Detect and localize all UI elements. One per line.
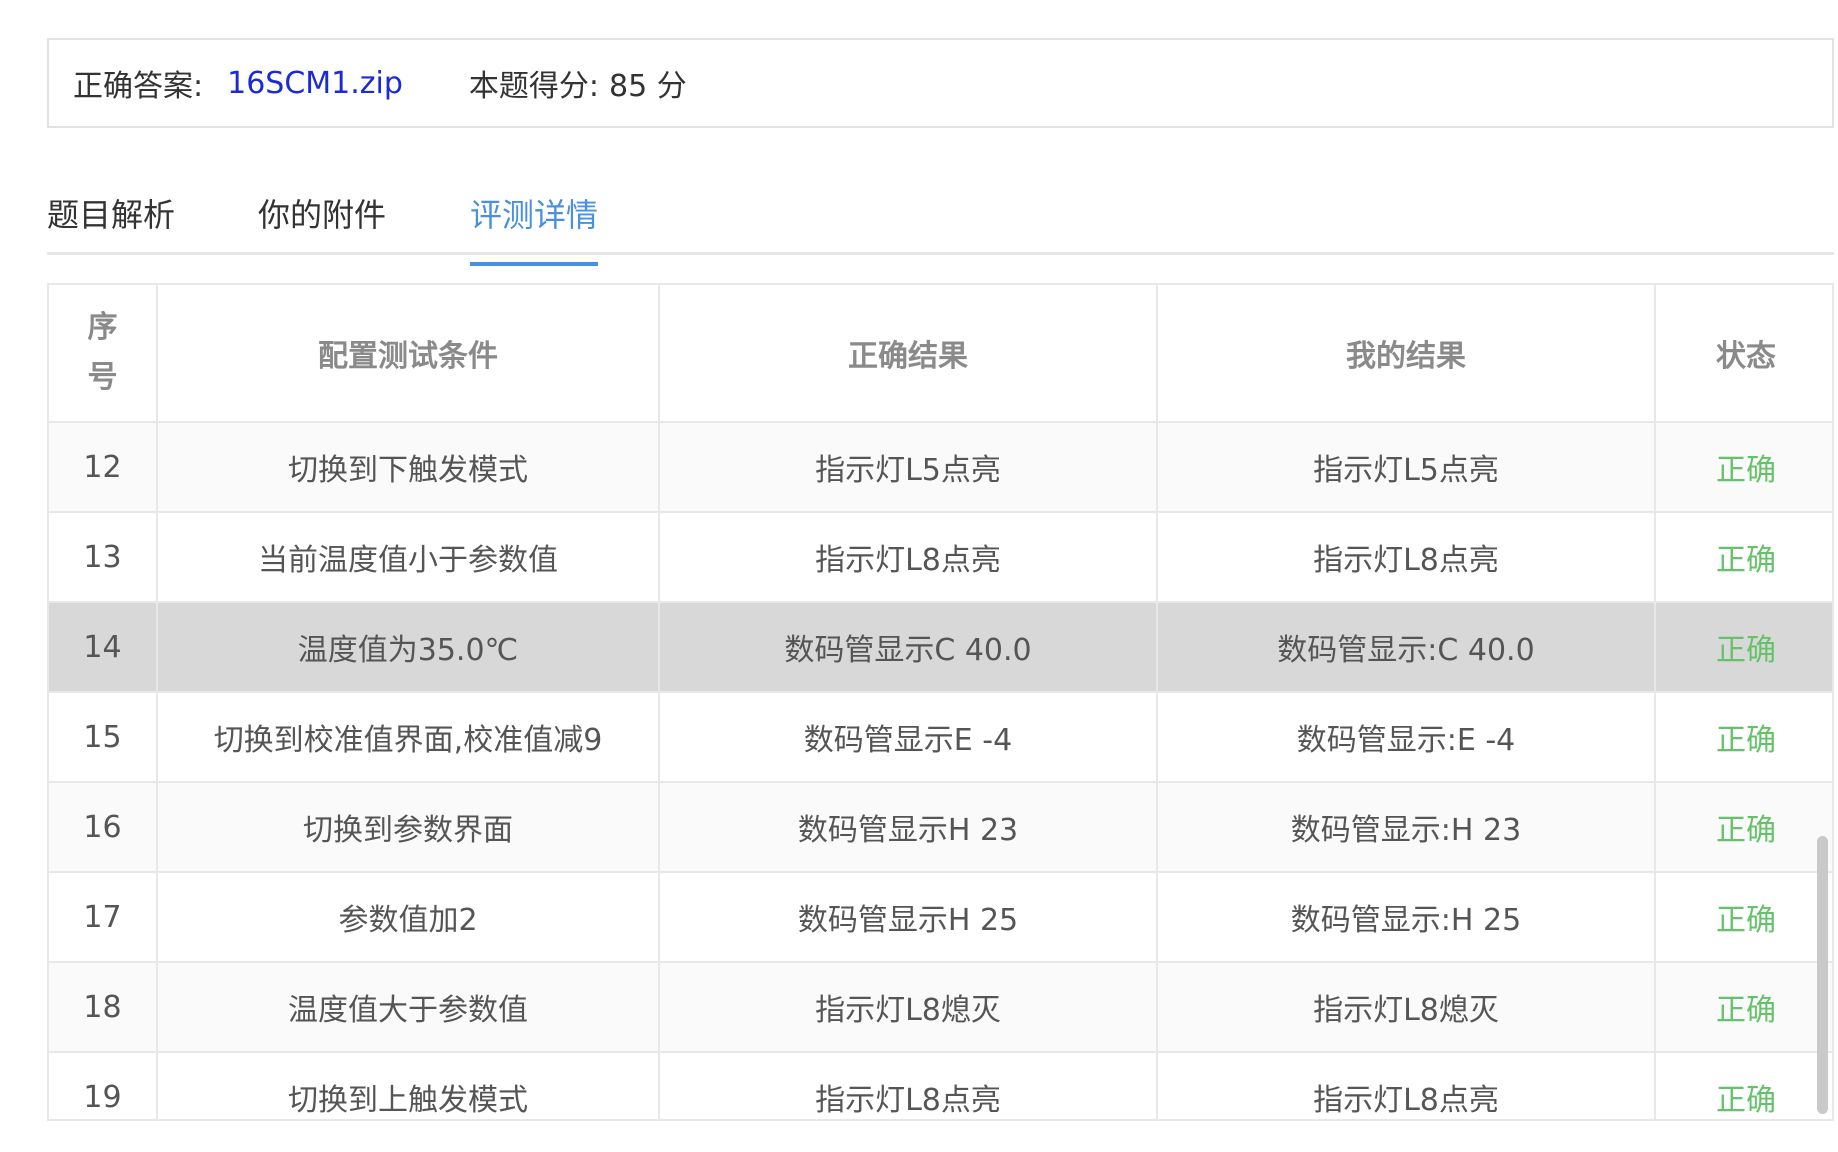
cell-seq: 19 [49, 1052, 158, 1119]
cell-actual: 数码管显示:C 40.0 [1157, 602, 1656, 693]
cell-expected: 数码管显示H 23 [659, 782, 1158, 873]
table-row: 13 当前温度值小于参数值 指示灯L8点亮 指示灯L8点亮 正确 [49, 512, 1832, 603]
tab-bar: 题目解析 你的附件 评测详情 [47, 180, 1834, 266]
cell-expected: 指示灯L5点亮 [659, 422, 1158, 513]
tab-evaluation-detail[interactable]: 评测详情 [470, 190, 599, 266]
cell-status: 正确 [1655, 782, 1832, 873]
header-condition: 配置测试条件 [157, 285, 660, 423]
cell-condition: 切换到参数界面 [157, 782, 660, 873]
table-row: 16 切换到参数界面 数码管显示H 23 数码管显示:H 23 正确 [49, 782, 1832, 873]
answer-file-link[interactable]: 16SCM1.zip [227, 66, 403, 101]
cell-actual: 指示灯L8点亮 [1157, 1052, 1656, 1119]
cell-condition: 当前温度值小于参数值 [157, 512, 660, 603]
cell-seq: 16 [49, 782, 158, 873]
score-label: 本题得分: [468, 69, 600, 104]
cell-status: 正确 [1655, 512, 1832, 603]
cell-condition: 切换到校准值界面,校准值减9 [157, 692, 660, 783]
table-scrollbar-thumb[interactable] [1817, 836, 1828, 1114]
cell-status: 正确 [1655, 602, 1832, 693]
cell-expected: 指示灯L8熄灭 [659, 962, 1158, 1053]
cell-actual: 指示灯L8点亮 [1157, 512, 1656, 603]
cell-status: 正确 [1655, 422, 1832, 513]
table-row: 19 切换到上触发模式 指示灯L8点亮 指示灯L8点亮 正确 [49, 1052, 1832, 1119]
cell-actual: 数码管显示:E -4 [1157, 692, 1656, 783]
cell-seq: 13 [49, 512, 158, 603]
table-header-row: 序 号 配置测试条件 正确结果 我的结果 状态 [49, 285, 1832, 423]
correct-answer-label: 正确答案: [73, 69, 204, 104]
cell-seq: 18 [49, 962, 158, 1053]
cell-expected: 数码管显示E -4 [659, 692, 1158, 783]
header-seq-line2: 号 [87, 360, 118, 395]
cell-condition: 参数值加2 [157, 872, 660, 963]
header-status: 状态 [1655, 285, 1832, 423]
table-row: 12 切换到下触发模式 指示灯L5点亮 指示灯L5点亮 正确 [49, 422, 1832, 513]
table-row-hovered: 14 温度值为35.0℃ 数码管显示C 40.0 数码管显示:C 40.0 正确 [49, 602, 1832, 693]
evaluation-table: 序 号 配置测试条件 正确结果 我的结果 状态 12 切换到下触发模式 指示灯L… [49, 285, 1832, 1119]
cell-status: 正确 [1655, 1052, 1832, 1119]
cell-status: 正确 [1655, 962, 1832, 1053]
cell-actual: 指示灯L8熄灭 [1157, 962, 1656, 1053]
header-expected: 正确结果 [659, 285, 1158, 423]
tab-attachment[interactable]: 你的附件 [258, 190, 386, 252]
tab-analysis[interactable]: 题目解析 [47, 190, 175, 252]
cell-expected: 数码管显示H 25 [659, 872, 1158, 963]
cell-condition: 切换到上触发模式 [157, 1052, 660, 1119]
cell-actual: 数码管显示:H 25 [1157, 872, 1656, 963]
cell-condition: 温度值为35.0℃ [157, 602, 660, 693]
header-seq: 序 号 [49, 285, 158, 423]
table-row: 15 切换到校准值界面,校准值减9 数码管显示E -4 数码管显示:E -4 正… [49, 692, 1832, 783]
cell-condition: 切换到下触发模式 [157, 422, 660, 513]
score-value: 85 分 [609, 69, 687, 104]
table-row: 17 参数值加2 数码管显示H 25 数码管显示:H 25 正确 [49, 872, 1832, 963]
cell-seq: 15 [49, 692, 158, 783]
cell-expected: 指示灯L8点亮 [659, 1052, 1158, 1119]
header-actual: 我的结果 [1157, 285, 1656, 423]
cell-condition: 温度值大于参数值 [157, 962, 660, 1053]
cell-actual: 数码管显示:H 23 [1157, 782, 1656, 873]
cell-seq: 12 [49, 422, 158, 513]
evaluation-table-container[interactable]: 序 号 配置测试条件 正确结果 我的结果 状态 12 切换到下触发模式 指示灯L… [47, 283, 1834, 1121]
answer-summary: 正确答案: 16SCM1.zip 本题得分: 85 分 [47, 38, 1834, 128]
table-row: 18 温度值大于参数值 指示灯L8熄灭 指示灯L8熄灭 正确 [49, 962, 1832, 1053]
cell-status: 正确 [1655, 692, 1832, 783]
cell-seq: 14 [49, 602, 158, 693]
cell-expected: 数码管显示C 40.0 [659, 602, 1158, 693]
cell-seq: 17 [49, 872, 158, 963]
cell-actual: 指示灯L5点亮 [1157, 422, 1656, 513]
header-seq-line1: 序 [87, 310, 118, 345]
cell-expected: 指示灯L8点亮 [659, 512, 1158, 603]
cell-status: 正确 [1655, 872, 1832, 963]
